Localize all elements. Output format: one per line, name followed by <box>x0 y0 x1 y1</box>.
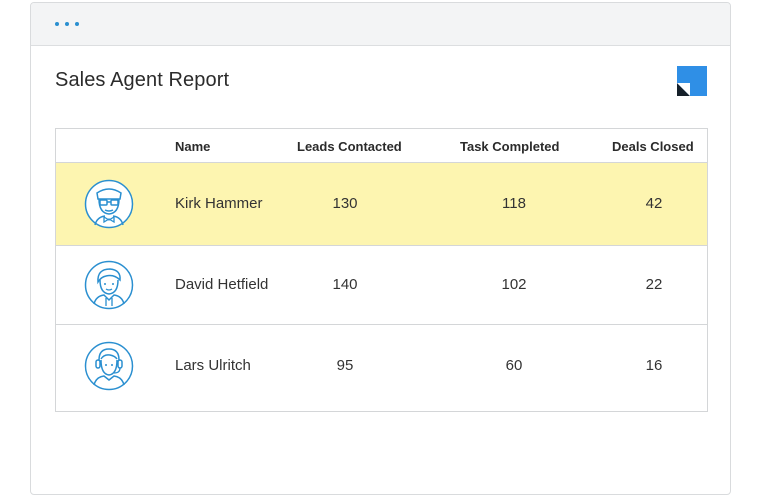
table-row[interactable]: Lars Ulritch 95 60 16 <box>56 325 707 411</box>
table-row[interactable]: Kirk Hammer 130 118 42 <box>56 163 707 246</box>
leads-contacted-value: 95 <box>336 357 354 374</box>
column-header-leads-contacted[interactable]: Leads Contacted <box>297 139 402 154</box>
agent-name: Lars Ulritch <box>175 357 251 374</box>
agent-name: David Hetfield <box>175 276 269 293</box>
column-header-task-completed[interactable]: Task Completed <box>460 139 559 154</box>
task-completed-value: 102 <box>501 276 527 293</box>
dot <box>75 22 79 26</box>
table-row[interactable]: David Hetfield 140 102 22 <box>56 246 707 325</box>
deals-closed-value: 16 <box>645 357 663 374</box>
report-window: Sales Agent Report Name Leads Contacted … <box>30 2 731 495</box>
agent-avatar-hoodie-icon <box>84 260 134 310</box>
task-completed-value: 60 <box>505 357 523 374</box>
ellipsis-icon[interactable] <box>55 22 79 26</box>
sales-agent-table: Name Leads Contacted Task Completed Deal… <box>55 128 708 412</box>
window-titlebar <box>31 3 730 46</box>
column-header-name[interactable]: Name <box>175 139 210 154</box>
column-header-deals-closed[interactable]: Deals Closed <box>612 139 694 154</box>
agent-name: Kirk Hammer <box>175 195 263 212</box>
deals-closed-value: 42 <box>645 195 663 212</box>
dot <box>65 22 69 26</box>
task-completed-value: 118 <box>502 195 526 212</box>
leads-contacted-value: 140 <box>332 276 358 293</box>
agent-avatar-glasses-icon <box>84 179 134 229</box>
table-header: Name Leads Contacted Task Completed Deal… <box>56 129 707 163</box>
brand-logo-icon <box>677 66 707 96</box>
deals-closed-value: 22 <box>645 276 663 293</box>
leads-contacted-value: 130 <box>332 195 358 212</box>
agent-avatar-headset-icon <box>84 341 134 391</box>
dot <box>55 22 59 26</box>
page-title: Sales Agent Report <box>55 69 230 91</box>
